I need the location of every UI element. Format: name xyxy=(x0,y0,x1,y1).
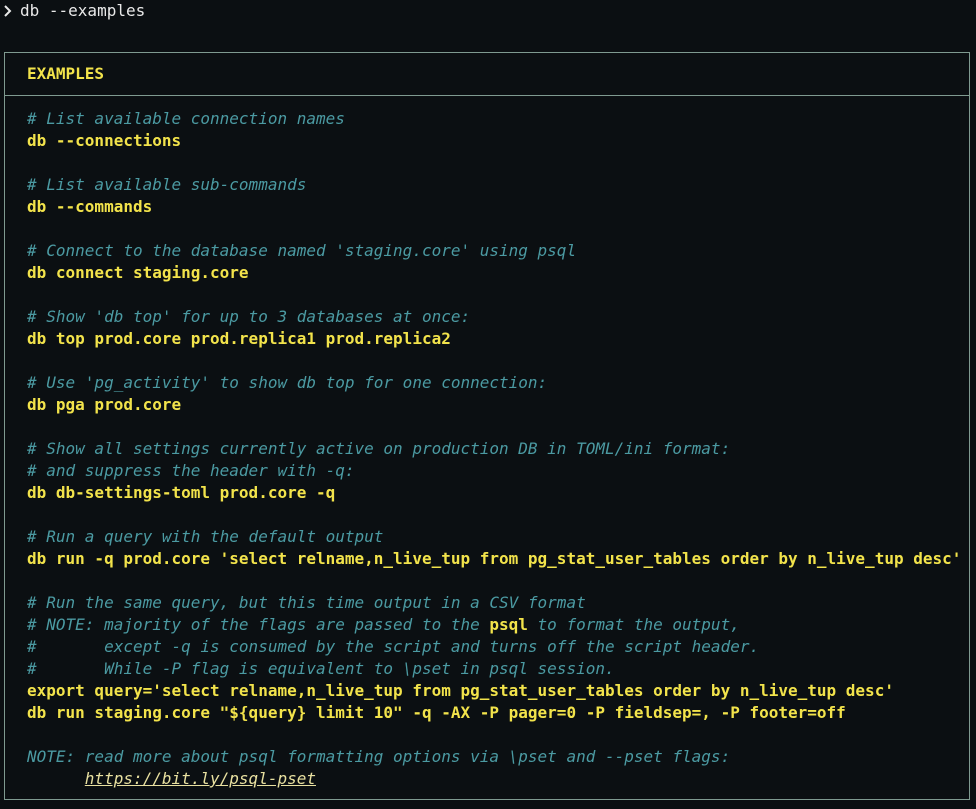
example-comment: # Connect to the database named 'staging… xyxy=(27,241,577,260)
examples-panel-title: EXAMPLES xyxy=(27,64,105,83)
note-text: NOTE: read more about psql formatting op… xyxy=(27,747,731,766)
example-comment: # Show 'db top' for up to 3 databases at… xyxy=(27,307,471,326)
example-comment: # While -P flag is equivalent to \pset i… xyxy=(27,659,615,678)
example-command: db --connections xyxy=(27,131,182,150)
example-command: db run staging.core "${query} limit 10" … xyxy=(27,703,846,722)
note-link-row: https://bit.ly/psql-pset xyxy=(27,768,969,790)
comment-prefix: # NOTE: majority of the flags are passed… xyxy=(27,615,490,634)
terminal-command: db --examples xyxy=(20,1,146,20)
example-comment: # and suppress the header with -q: xyxy=(27,461,355,480)
example-comment: # List available sub-commands xyxy=(27,175,307,194)
example-comment: # Show all settings currently active on … xyxy=(27,439,731,458)
example-command: db --commands xyxy=(27,197,153,216)
example-command: db db-settings-toml prod.core -q xyxy=(27,483,336,502)
example-command: db top prod.core prod.replica1 prod.repl… xyxy=(27,329,451,348)
examples-panel: EXAMPLES # List available connection nam… xyxy=(4,52,970,800)
example-command: export query='select relname,n_live_tup … xyxy=(27,681,894,700)
examples-panel-header: EXAMPLES xyxy=(5,53,969,96)
psql-pset-link[interactable]: https://bit.ly/psql-pset xyxy=(85,769,316,788)
psql-keyword: psql xyxy=(489,615,528,634)
example-comment: # Run a query with the default output xyxy=(27,527,384,546)
example-comment: # Run the same query, but this time outp… xyxy=(27,593,586,612)
chevron-right-icon xyxy=(2,4,14,18)
example-command: db pga prod.core xyxy=(27,395,182,414)
terminal-prompt-line: db --examples xyxy=(0,0,145,22)
examples-panel-body: # List available connection names db --c… xyxy=(5,96,969,790)
example-command: db run -q prod.core 'select relname,n_li… xyxy=(27,549,962,568)
example-comment: # except -q is consumed by the script an… xyxy=(27,637,760,656)
example-comment: # List available connection names xyxy=(27,109,345,128)
example-comment: # Use 'pg_activity' to show db top for o… xyxy=(27,373,548,392)
link-indent xyxy=(27,769,85,788)
example-comment: # NOTE: majority of the flags are passed… xyxy=(27,614,969,636)
comment-suffix: to format the output, xyxy=(527,615,740,634)
example-command: db connect staging.core xyxy=(27,263,249,282)
